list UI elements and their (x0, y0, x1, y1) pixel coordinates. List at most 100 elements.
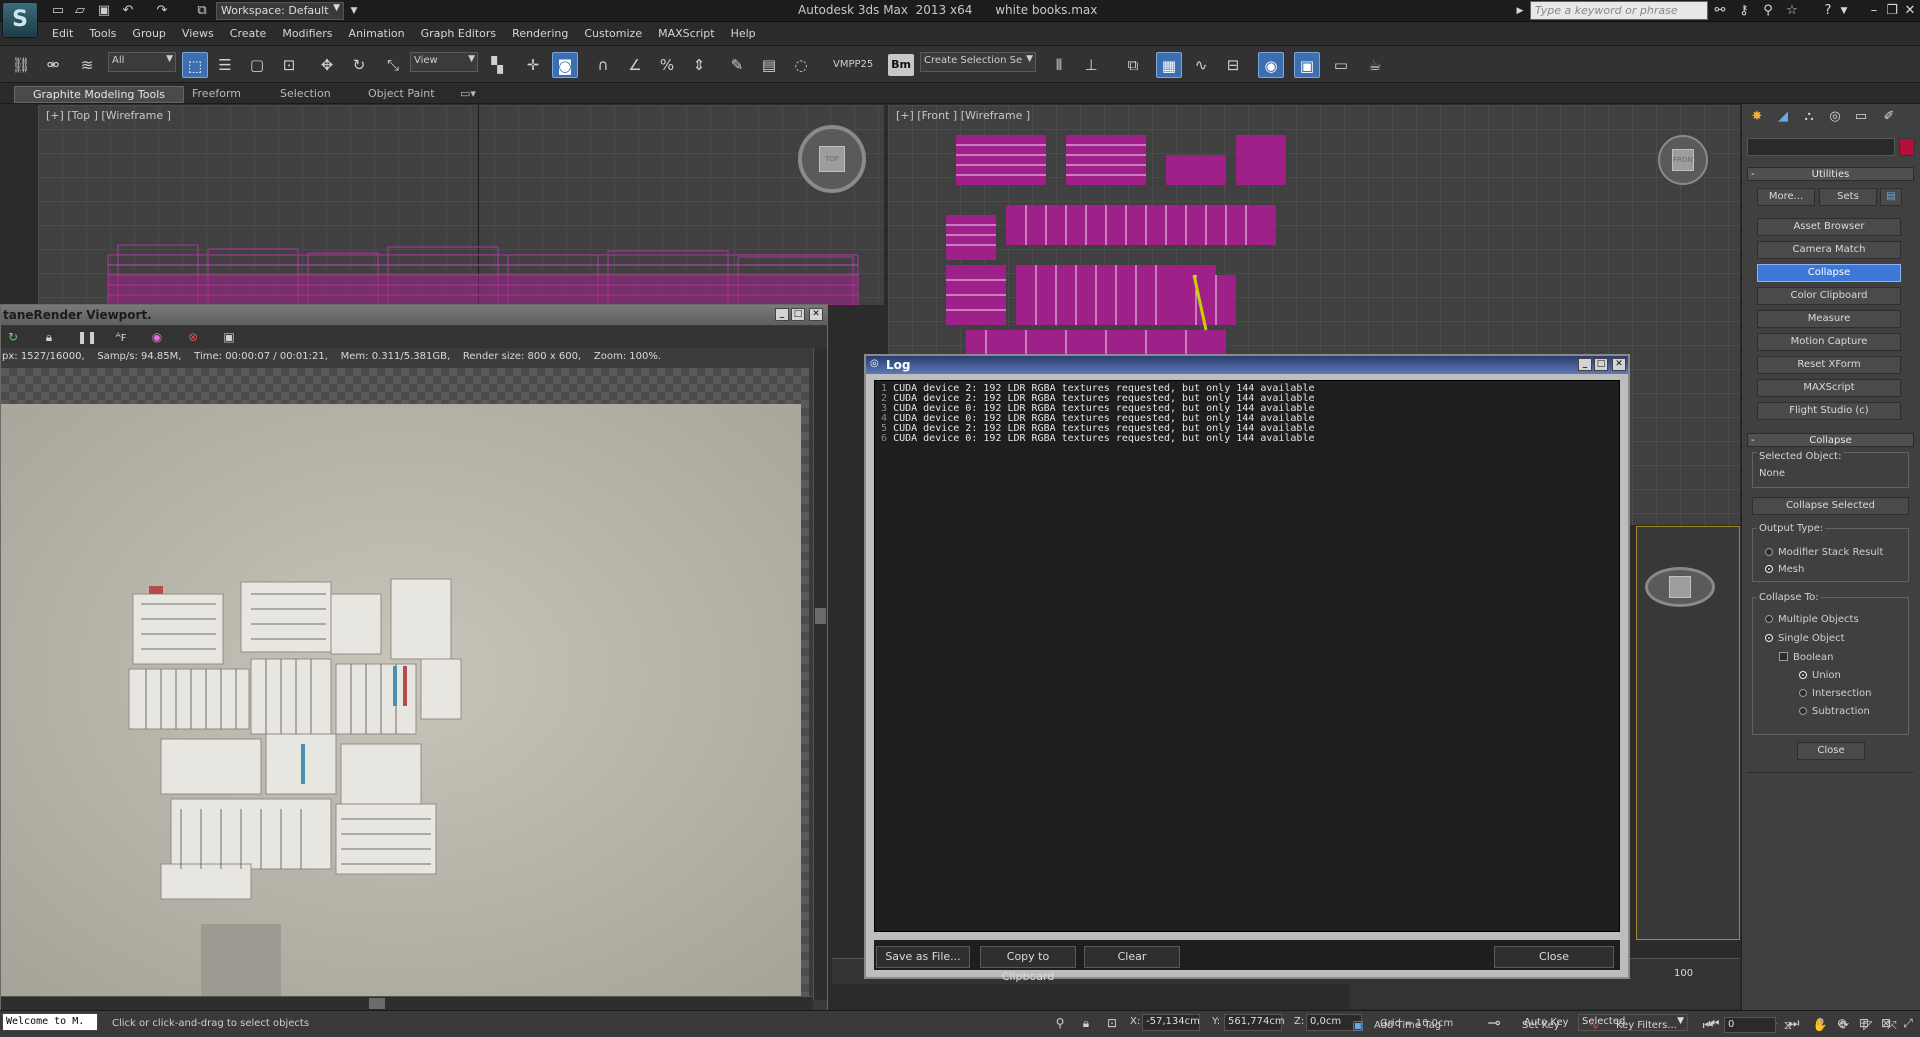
viewport-label[interactable]: [+] [Top ] [Wireframe ] (46, 109, 171, 122)
key-icon[interactable]: ⚷ (1736, 3, 1752, 19)
undo-icon[interactable]: ↶ (120, 3, 136, 19)
menu-maxscript[interactable]: MAXScript (650, 24, 722, 44)
workspace-dropdown[interactable]: Workspace: Default ▼ (216, 2, 344, 20)
viewport-top[interactable]: [+] [Top ] [Wireframe ] TOP (38, 105, 884, 305)
current-frame-field[interactable]: 0 (1724, 1017, 1776, 1033)
flight-studio-button[interactable]: Flight Studio (c) (1757, 402, 1901, 420)
viewcube[interactable] (1645, 567, 1715, 607)
reset-xform-button[interactable]: Reset XForm (1757, 356, 1901, 374)
scrollbar-thumb[interactable] (815, 608, 826, 624)
unlink-icon[interactable]: ⚮ (40, 52, 66, 78)
settings-monitor-icon[interactable]: ▣ (221, 329, 237, 345)
render-setup-icon[interactable]: ▣ (1294, 52, 1320, 78)
spinner-snap-icon[interactable]: ⇕ (686, 52, 712, 78)
intersection-radio[interactable]: Intersection (1799, 688, 1872, 699)
expand-arrow-icon[interactable]: ▶ (1512, 3, 1528, 19)
menu-tools[interactable]: Tools (81, 24, 124, 44)
key-filters-button[interactable]: Key Filters... (1616, 1020, 1677, 1031)
app-logo-button[interactable]: S (2, 2, 38, 38)
menu-customize[interactable]: Customize (576, 24, 650, 44)
orbit-icon[interactable]: ⟳ (1836, 1016, 1852, 1034)
redo-icon[interactable]: ↷ (154, 3, 170, 19)
mesh-radio[interactable]: Mesh (1765, 564, 1804, 575)
maximize-icon[interactable]: □ (791, 308, 805, 321)
select-object-icon[interactable]: ⬚ (182, 52, 208, 78)
rotate-icon[interactable]: ↻ (346, 52, 372, 78)
select-manipulate-icon[interactable]: ✛ (520, 52, 546, 78)
add-time-tag-button[interactable]: Add Time Tag (1374, 1020, 1441, 1031)
viewport-perspective[interactable] (1636, 526, 1740, 940)
menu-modifiers[interactable]: Modifiers (274, 24, 340, 44)
minimize-icon[interactable]: _ (775, 308, 789, 321)
search-input[interactable]: Type a keyword or phrase (1530, 1, 1708, 20)
tab-freeform[interactable]: Freeform (174, 86, 259, 103)
viewcube-face[interactable]: TOP (819, 146, 845, 172)
project-folder-icon[interactable]: ⧉ (194, 3, 210, 19)
window-crossing-icon[interactable]: ⊡ (276, 52, 302, 78)
log-title-bar[interactable]: ◎ Log _ □ ✕ (866, 356, 1628, 374)
angle-snap-icon[interactable]: ∠ (622, 52, 648, 78)
af-focus-icon[interactable]: ᴬꜰ (113, 329, 129, 345)
absolute-relative-toggle-icon[interactable]: ⊡ (1104, 1014, 1120, 1032)
edit-named-selection-icon[interactable]: ✎ (724, 52, 750, 78)
rendered-frame-window-icon[interactable]: ▭ (1328, 52, 1354, 78)
close-icon[interactable]: ✕ (1902, 3, 1918, 19)
track-bar[interactable] (1350, 984, 1740, 1009)
create-tab-icon[interactable]: ✸ (1748, 108, 1766, 126)
viewcube[interactable]: TOP (798, 125, 866, 193)
selection-lock-icon[interactable]: 🔒︎ (1078, 1014, 1094, 1032)
horizontal-scrollbar[interactable] (1, 996, 813, 1010)
modifier-stack-result-radio[interactable]: Modifier Stack Result (1765, 547, 1883, 558)
material-editor-icon[interactable]: ◉ (1258, 52, 1284, 78)
isolate-selection-icon[interactable]: ⚲ (1052, 1014, 1068, 1032)
dotted-circle-icon[interactable]: ◌ (788, 52, 814, 78)
star-icon[interactable]: ☆ (1784, 3, 1800, 19)
render-teapot-icon[interactable]: ☕ (1362, 52, 1388, 78)
minimize-icon[interactable]: – (1866, 3, 1882, 19)
x-coordinate-field[interactable]: -57,134cm (1142, 1014, 1200, 1031)
scrollbar-thumb[interactable] (369, 998, 385, 1009)
collapse-rollout-header[interactable]: - Collapse (1747, 433, 1914, 447)
menu-animation[interactable]: Animation (341, 24, 413, 44)
motion-capture-button[interactable]: Motion Capture (1757, 333, 1901, 351)
walk-through-icon[interactable]: ⤧ (1884, 1016, 1900, 1034)
set-key-button[interactable]: Set Key (1522, 1020, 1560, 1031)
viewcube-face[interactable]: FRONT (1672, 149, 1697, 171)
menu-views[interactable]: Views (174, 24, 222, 44)
curve-editor-icon[interactable]: ∿ (1188, 52, 1214, 78)
utilities-rollout-header[interactable]: - Utilities (1747, 167, 1914, 181)
restore-icon[interactable]: ❐ (1884, 3, 1900, 19)
maximize-icon[interactable]: □ (1594, 358, 1608, 371)
align-icon[interactable]: ⊥ (1078, 52, 1104, 78)
camera-match-button[interactable]: Camera Match (1757, 241, 1901, 259)
named-selection-set-dropdown[interactable]: Create Selection Se ▼ (920, 52, 1036, 72)
key-tangent-icon[interactable]: ∿ (1586, 1016, 1602, 1034)
copy-to-clipboard-button[interactable]: Copy to Clipboard (980, 946, 1076, 983)
collapse-button[interactable]: Collapse (1757, 264, 1901, 282)
tab-graphite-modeling-tools[interactable]: Graphite Modeling Tools (14, 86, 185, 103)
more-button[interactable]: More... (1757, 188, 1815, 206)
vmpp-label[interactable]: VMPP25 (833, 59, 873, 70)
chevron-down-icon[interactable]: ▼ (1836, 3, 1852, 19)
color-clipboard-button[interactable]: Color Clipboard (1757, 287, 1901, 305)
tab-selection[interactable]: Selection (262, 86, 349, 103)
new-file-icon[interactable]: ▭ (50, 3, 66, 19)
menu-rendering[interactable]: Rendering (504, 24, 576, 44)
maxscript-button[interactable]: MAXScript (1757, 379, 1901, 397)
add-time-tag-icon[interactable]: ▣ (1350, 1016, 1366, 1034)
pan-view-icon[interactable]: ✋ (1812, 1016, 1828, 1034)
graphite-toggle-icon[interactable]: ▦ (1156, 52, 1182, 78)
percent-snap-icon[interactable]: % (654, 52, 680, 78)
move-icon[interactable]: ✥ (314, 52, 340, 78)
save-as-file-button[interactable]: Save as File... (876, 946, 970, 968)
object-color-swatch[interactable] (1899, 138, 1915, 156)
vertical-scrollbar[interactable] (813, 348, 827, 1000)
open-file-icon[interactable]: ▱ (72, 3, 88, 19)
search-icon[interactable]: ⚲ (1760, 3, 1776, 19)
tab-object-paint[interactable]: Object Paint (350, 86, 453, 103)
hierarchy-tab-icon[interactable]: ⛬ (1800, 108, 1818, 126)
keyboard-shortcut-toggle-icon[interactable]: ◙ (552, 52, 578, 78)
render-canvas[interactable] (1, 368, 809, 1004)
scale-icon[interactable]: ⤡ (380, 52, 406, 78)
asset-browser-button[interactable]: Asset Browser (1757, 218, 1901, 236)
